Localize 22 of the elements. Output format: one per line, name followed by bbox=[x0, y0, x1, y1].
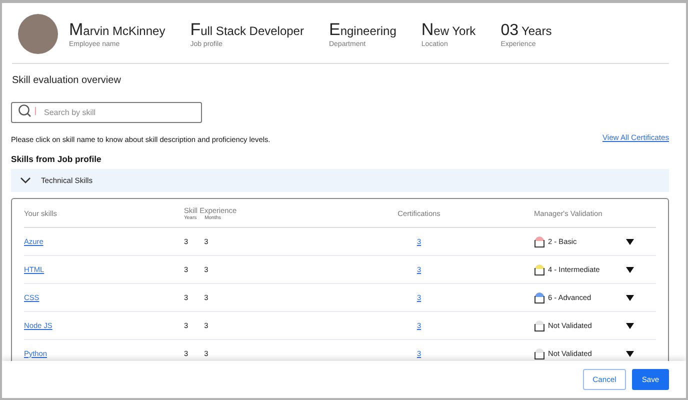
section-title: Skill evaluation overview bbox=[12, 75, 122, 86]
profile-value: 03 bbox=[500, 20, 518, 40]
level-icon bbox=[534, 235, 545, 248]
profile-value: New York bbox=[421, 20, 476, 40]
search-icon bbox=[18, 104, 32, 118]
profile-unit: Years bbox=[521, 22, 552, 40]
level-icon bbox=[534, 319, 545, 332]
profile-value: Engineering bbox=[328, 20, 396, 41]
search-field[interactable]: Search by skill bbox=[11, 102, 202, 123]
level-icon bbox=[534, 263, 545, 276]
caret-icon bbox=[626, 238, 634, 244]
profile-value: Full Stack Developer bbox=[190, 20, 304, 40]
profile-value: Marvin McKinney bbox=[69, 20, 166, 40]
caret-icon bbox=[626, 322, 634, 328]
level-icon bbox=[534, 347, 545, 360]
caret-icon bbox=[626, 350, 634, 356]
avatar bbox=[18, 14, 58, 54]
caret-icon bbox=[626, 266, 634, 272]
caret-icon bbox=[626, 294, 634, 300]
group-title: Skills from Job profile bbox=[11, 154, 102, 164]
level-icon bbox=[534, 291, 545, 304]
chevron-icon bbox=[20, 177, 31, 184]
